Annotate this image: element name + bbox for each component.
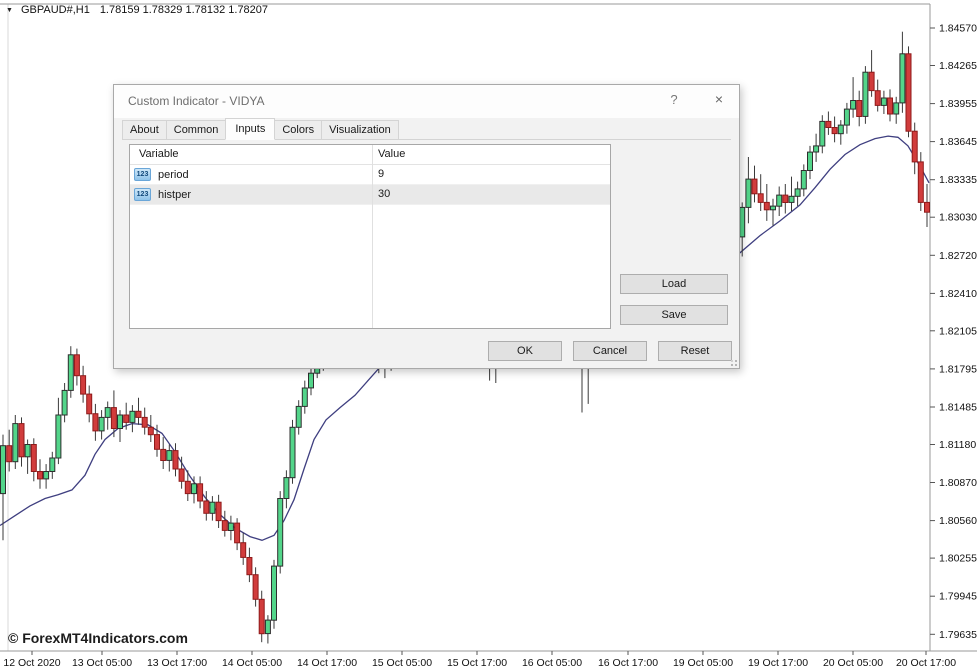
price-axis-label: 1.80560 — [939, 515, 977, 527]
time-axis-label: 20 Oct 17:00 — [896, 657, 956, 669]
time-axis-label: 16 Oct 17:00 — [598, 657, 658, 669]
table-rows: 123 period 9 123 histper 30 — [130, 165, 610, 205]
cancel-button[interactable]: Cancel — [573, 341, 647, 361]
column-header-variable[interactable]: Variable — [139, 148, 179, 160]
price-axis-label: 1.82720 — [939, 250, 977, 262]
symbol-period-label: GBPAUD#,H1 — [21, 4, 90, 16]
price-axis-label: 1.79945 — [939, 591, 977, 603]
price-axis-label: 1.83030 — [939, 212, 977, 224]
time-axis-label: 14 Oct 05:00 — [222, 657, 282, 669]
time-axis-label: 19 Oct 17:00 — [748, 657, 808, 669]
price-axis-label: 1.83335 — [939, 174, 977, 186]
chevron-down-icon[interactable]: ▼ — [6, 7, 13, 14]
price-axis-label: 1.83955 — [939, 98, 977, 110]
load-button[interactable]: Load — [620, 274, 728, 294]
price-axis-label: 1.82410 — [939, 288, 977, 300]
price-axis-labels: 1.84570 1.84265 1.83955 1.83645 1.83335 1.830… — [930, 23, 977, 641]
tab-common[interactable]: Common — [166, 120, 227, 139]
save-button[interactable]: Save — [620, 305, 728, 325]
reset-button[interactable]: Reset — [658, 341, 732, 361]
price-axis-label: 1.82105 — [939, 325, 977, 337]
price-axis-label: 1.80870 — [939, 477, 977, 489]
inputs-table: Variable Value 123 period 9 123 histper 30 — [129, 144, 611, 329]
watermark: © ForexMT4Indicators.com — [8, 630, 188, 646]
price-axis-label: 1.84570 — [939, 23, 977, 35]
price-axis-label: 1.81180 — [939, 439, 976, 451]
table-row-histper[interactable]: 123 histper 30 — [130, 185, 610, 205]
ohlc-values: 1.78159 1.78329 1.78132 1.78207 — [100, 4, 268, 16]
tab-colors[interactable]: Colors — [274, 120, 322, 139]
dialog-title: Custom Indicator - VIDYA — [128, 94, 265, 108]
ok-button[interactable]: OK — [488, 341, 562, 361]
table-header-row: Variable Value — [130, 145, 610, 165]
variable-name: histper — [158, 189, 191, 201]
price-axis-label: 1.84265 — [939, 60, 977, 72]
time-axis-label: 20 Oct 05:00 — [823, 657, 883, 669]
time-axis-label: 14 Oct 17:00 — [297, 657, 357, 669]
price-axis-label: 1.80255 — [939, 553, 977, 565]
dialog-titlebar[interactable]: Custom Indicator - VIDYA ? × — [114, 85, 739, 118]
tab-inputs[interactable]: Inputs — [225, 118, 275, 140]
symbol-info-bar: ▼ GBPAUD#,H1 1.78159 1.78329 1.78132 1.7… — [6, 4, 268, 16]
tab-visualization[interactable]: Visualization — [321, 120, 399, 139]
time-axis-label: 19 Oct 05:00 — [673, 657, 733, 669]
time-axis-label: 13 Oct 17:00 — [147, 657, 207, 669]
mt4-chart-window: 1.84570 1.84265 1.83955 1.83645 1.83335 1.830… — [0, 0, 977, 672]
time-axis-label: 15 Oct 05:00 — [372, 657, 432, 669]
custom-indicator-dialog: Custom Indicator - VIDYA ? × AboutCommon… — [113, 84, 740, 369]
numeric-type-icon: 123 — [134, 188, 151, 201]
variable-value[interactable]: 30 — [378, 188, 390, 200]
resize-grip-icon[interactable] — [728, 357, 737, 366]
variable-value[interactable]: 9 — [378, 168, 384, 180]
close-button[interactable]: × — [711, 91, 727, 107]
time-axis-labels: 12 Oct 2020 13 Oct 05:00 13 Oct 17:00 14 Oc… — [3, 651, 956, 669]
price-axis-label: 1.83645 — [939, 136, 977, 148]
numeric-type-icon: 123 — [134, 168, 151, 181]
table-row-period[interactable]: 123 period 9 — [130, 165, 610, 185]
tab-about[interactable]: About — [122, 120, 167, 139]
time-axis-label: 16 Oct 05:00 — [522, 657, 582, 669]
dialog-tabs: AboutCommonInputsColorsVisualization — [122, 118, 731, 140]
price-axis-label: 1.79635 — [939, 629, 977, 641]
price-axis-label: 1.81485 — [939, 402, 977, 414]
time-axis-label: 15 Oct 17:00 — [447, 657, 507, 669]
time-axis-label: 13 Oct 05:00 — [72, 657, 132, 669]
price-axis-label: 1.81795 — [939, 363, 977, 375]
column-separator[interactable] — [372, 145, 373, 328]
variable-name: period — [158, 169, 189, 181]
column-header-value[interactable]: Value — [378, 148, 405, 160]
time-axis-label: 12 Oct 2020 — [3, 657, 60, 669]
help-button[interactable]: ? — [666, 92, 682, 107]
